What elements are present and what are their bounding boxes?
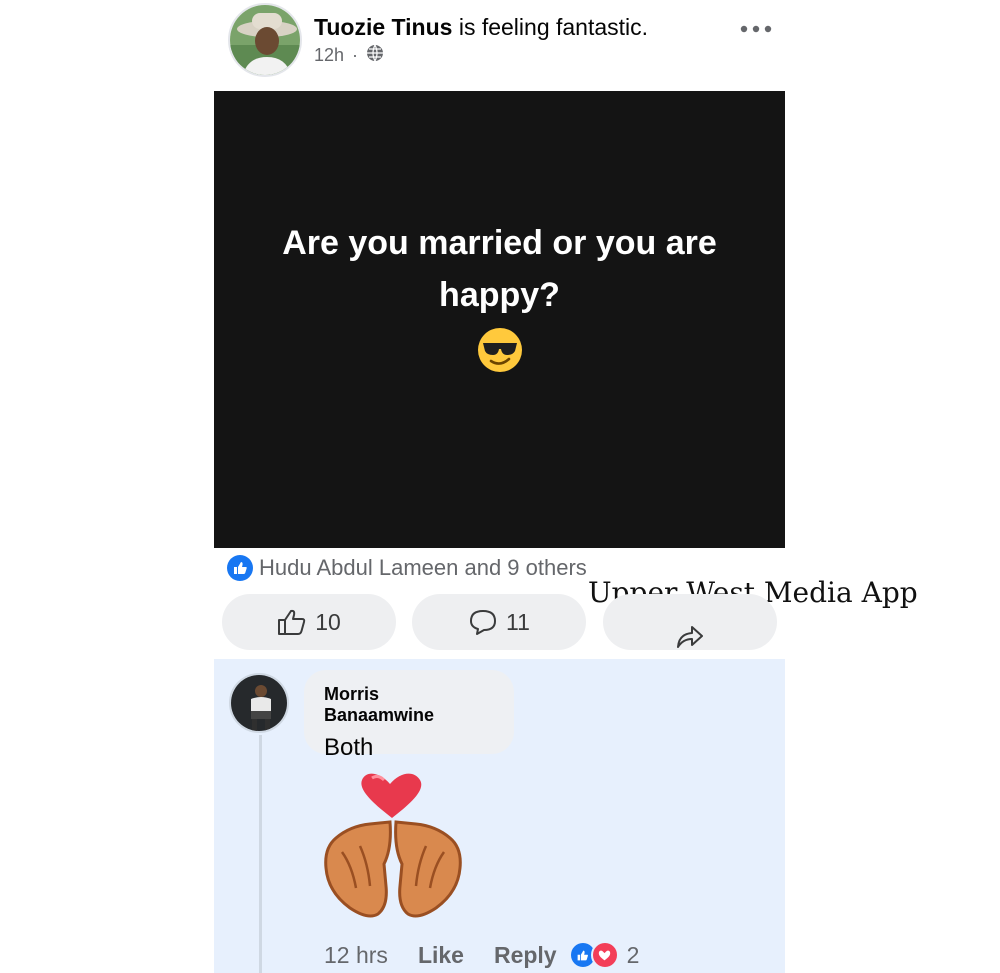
commenter-name[interactable]: Morris Banaamwine: [324, 684, 494, 726]
thumbs-up-icon: [278, 609, 306, 635]
post-meta: 12h ·: [314, 44, 384, 67]
author-avatar[interactable]: [228, 3, 302, 77]
comment-reaction-count: 2: [626, 941, 640, 968]
commenter-avatar[interactable]: [229, 673, 289, 733]
like-button[interactable]: 10: [222, 594, 396, 650]
comment-meta: 12 hrs Like Reply 2: [324, 941, 639, 969]
comment-bubble[interactable]: Morris Banaamwine Both: [304, 670, 514, 761]
feeling-text: is feeling fantastic.: [458, 14, 649, 40]
thread-line: [259, 735, 262, 973]
comment-like-button[interactable]: Like: [418, 942, 464, 969]
globe-icon: [366, 44, 384, 67]
comment-reply-button[interactable]: Reply: [494, 942, 557, 969]
like-icon: [227, 555, 253, 581]
share-button[interactable]: [603, 594, 777, 650]
post-text-card[interactable]: Are you married or you are happy?: [214, 91, 785, 548]
sunglasses-emoji-icon: [477, 327, 523, 378]
share-icon: [677, 626, 703, 648]
like-count: 10: [315, 608, 341, 635]
post-header-line: Tuozie Tinus is feeling fantastic.: [314, 14, 648, 41]
post-time[interactable]: 12h: [314, 45, 344, 66]
meta-separator: ·: [352, 45, 359, 65]
more-dots-icon: [740, 25, 772, 33]
comment-time[interactable]: 12 hrs: [324, 942, 388, 969]
comment-count: 11: [506, 608, 530, 635]
reactions-text: Hudu Abdul Lameen and 9 others: [259, 555, 587, 580]
post-text: Are you married or you are happy?: [282, 224, 717, 314]
comment-icon: [470, 610, 497, 635]
comment-reactions[interactable]: 2: [568, 941, 640, 969]
reactions-summary[interactable]: Hudu Abdul Lameen and 9 others: [227, 555, 587, 581]
more-options-button[interactable]: [738, 14, 774, 44]
comment-button[interactable]: 11: [412, 594, 586, 650]
comment-text: Both: [324, 734, 374, 761]
love-reaction-icon: [590, 941, 619, 969]
author-name[interactable]: Tuozie Tinus: [314, 14, 452, 40]
heart-hands-sticker-icon: [322, 768, 464, 928]
